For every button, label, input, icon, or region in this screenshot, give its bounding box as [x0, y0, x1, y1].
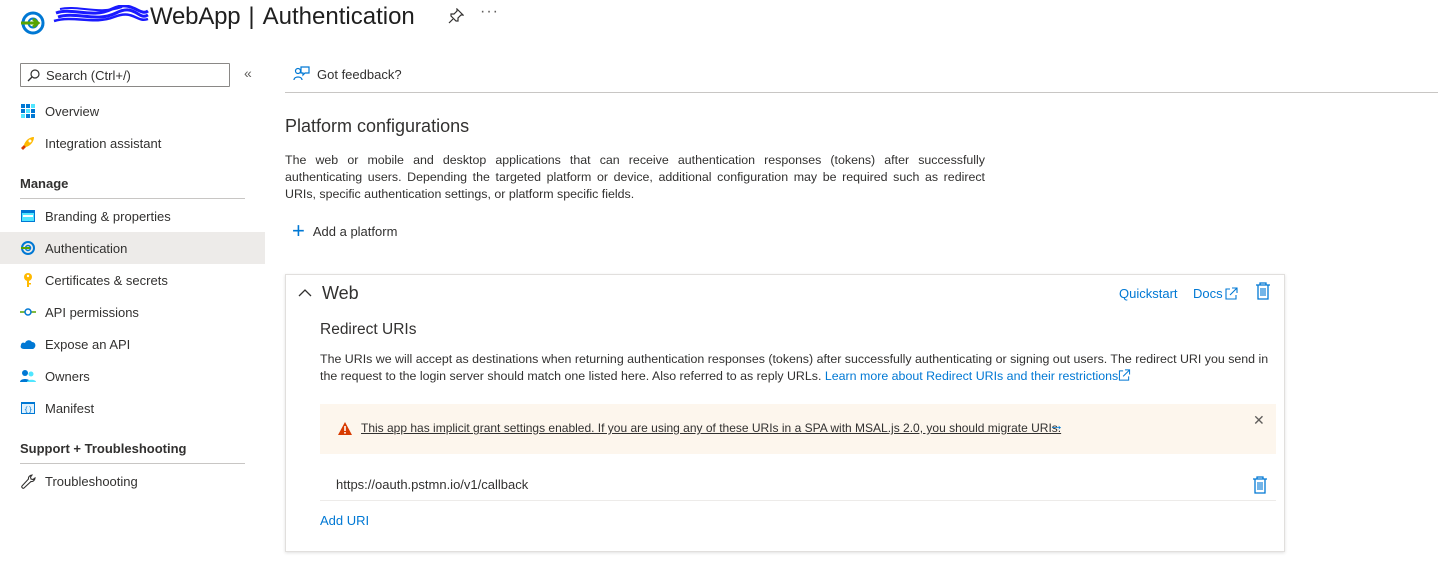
web-card-title: Web	[322, 283, 359, 303]
main-content: Got feedback? Platform configurations Th…	[285, 55, 1438, 567]
sidebar-item-label: Owners	[45, 368, 90, 384]
app-registration-icon	[21, 11, 45, 35]
feedback-button[interactable]: Got feedback?	[293, 66, 402, 83]
sidebar-item-manifest[interactable]: {} Manifest	[0, 392, 265, 424]
platform-configurations-description: The web or mobile and desktop applicatio…	[285, 153, 985, 201]
svg-text:{}: {}	[24, 406, 32, 414]
feedback-label: Got feedback?	[317, 67, 402, 82]
sidebar-item-certificates[interactable]: Certificates & secrets	[0, 264, 265, 296]
add-uri-link[interactable]: Add URI	[320, 513, 369, 528]
sidebar: « Overview Integration assistant Manage	[0, 55, 266, 567]
toolbar-divider	[285, 92, 1438, 93]
feedback-icon	[293, 66, 310, 81]
plus-icon: +	[292, 218, 305, 243]
rocket-icon	[20, 135, 36, 151]
sidebar-search-row: «	[20, 63, 260, 87]
sidebar-item-branding[interactable]: Branding & properties	[0, 200, 265, 232]
warning-message-link[interactable]: This app has implicit grant settings ena…	[361, 421, 1061, 435]
external-link-icon	[1225, 287, 1238, 300]
close-icon[interactable]: ✕	[1253, 412, 1265, 429]
docs-link[interactable]: Docs	[1193, 286, 1238, 301]
overview-icon	[20, 103, 36, 119]
branding-icon	[20, 208, 36, 224]
sidebar-item-integration-assistant[interactable]: Integration assistant	[0, 127, 265, 159]
web-platform-card: Web Quickstart Docs Redirect URIs The UR…	[285, 274, 1285, 552]
app-name: WebApp	[150, 3, 241, 30]
section-heading-manage: Manage	[20, 176, 245, 199]
pin-icon[interactable]	[448, 8, 464, 24]
collapse-sidebar-icon[interactable]: «	[244, 65, 252, 81]
sidebar-item-expose-api[interactable]: Expose an API	[0, 328, 265, 360]
sidebar-item-label: Expose an API	[45, 336, 131, 352]
key-icon	[20, 272, 36, 288]
redirect-uri-value[interactable]: https://oauth.pstmn.io/v1/callback	[336, 477, 528, 492]
implicit-grant-warning: This app has implicit grant settings ena…	[320, 404, 1276, 454]
add-platform-button[interactable]: + Add a platform	[292, 218, 398, 243]
wrench-icon	[20, 473, 36, 489]
page-name: Authentication	[262, 3, 415, 30]
docs-label: Docs	[1193, 286, 1223, 301]
page-title: WebApp | Authentication	[52, 2, 415, 32]
sidebar-item-label: Troubleshooting	[45, 473, 138, 489]
warning-icon	[338, 422, 352, 435]
title-separator: |	[248, 3, 255, 30]
sidebar-item-api-permissions[interactable]: API permissions	[0, 296, 265, 328]
owners-icon	[20, 368, 36, 384]
add-platform-label: Add a platform	[312, 223, 398, 239]
quickstart-link[interactable]: Quickstart	[1119, 286, 1178, 301]
sidebar-item-overview[interactable]: Overview	[0, 95, 265, 127]
search-input[interactable]	[46, 67, 216, 83]
sidebar-item-owners[interactable]: Owners	[0, 360, 265, 392]
cloud-icon	[20, 336, 36, 352]
learn-more-label: Learn more about Redirect URIs and their…	[824, 369, 1119, 383]
page-header: WebApp | Authentication ···	[0, 0, 1438, 50]
authentication-icon	[20, 240, 36, 256]
sidebar-item-authentication[interactable]: Authentication	[0, 232, 265, 264]
arrow-right-icon[interactable]: →	[1049, 417, 1064, 434]
redirect-uris-title: Redirect URIs	[320, 321, 417, 338]
sidebar-item-label: Branding & properties	[45, 208, 171, 224]
delete-uri-icon[interactable]	[1252, 476, 1268, 494]
sidebar-item-label: Authentication	[45, 240, 128, 256]
section-heading-support: Support + Troubleshooting	[20, 441, 245, 464]
sidebar-item-label: API permissions	[45, 304, 139, 320]
platform-configurations-title: Platform configurations	[285, 116, 470, 136]
more-options-icon[interactable]: ···	[480, 3, 499, 21]
redacted-scribble	[53, 5, 149, 23]
sidebar-item-label: Integration assistant	[45, 135, 162, 151]
sidebar-item-troubleshooting[interactable]: Troubleshooting	[0, 465, 265, 497]
search-box[interactable]	[20, 63, 230, 87]
sidebar-item-label: Overview	[45, 103, 100, 119]
redirect-uri-row: https://oauth.pstmn.io/v1/callback	[320, 469, 1276, 501]
learn-more-link[interactable]: Learn more about Redirect URIs and their…	[825, 369, 1131, 383]
sidebar-item-label: Manifest	[45, 400, 95, 416]
redirect-uris-description: The URIs we will accept as destinations …	[320, 351, 1270, 385]
manifest-icon: {}	[20, 400, 36, 416]
search-icon	[27, 68, 40, 81]
chevron-up-icon[interactable]	[298, 286, 312, 300]
sidebar-item-label: Certificates & secrets	[45, 272, 168, 288]
delete-platform-icon[interactable]	[1255, 282, 1271, 300]
api-permissions-icon	[20, 304, 36, 320]
external-link-icon	[1119, 369, 1131, 381]
